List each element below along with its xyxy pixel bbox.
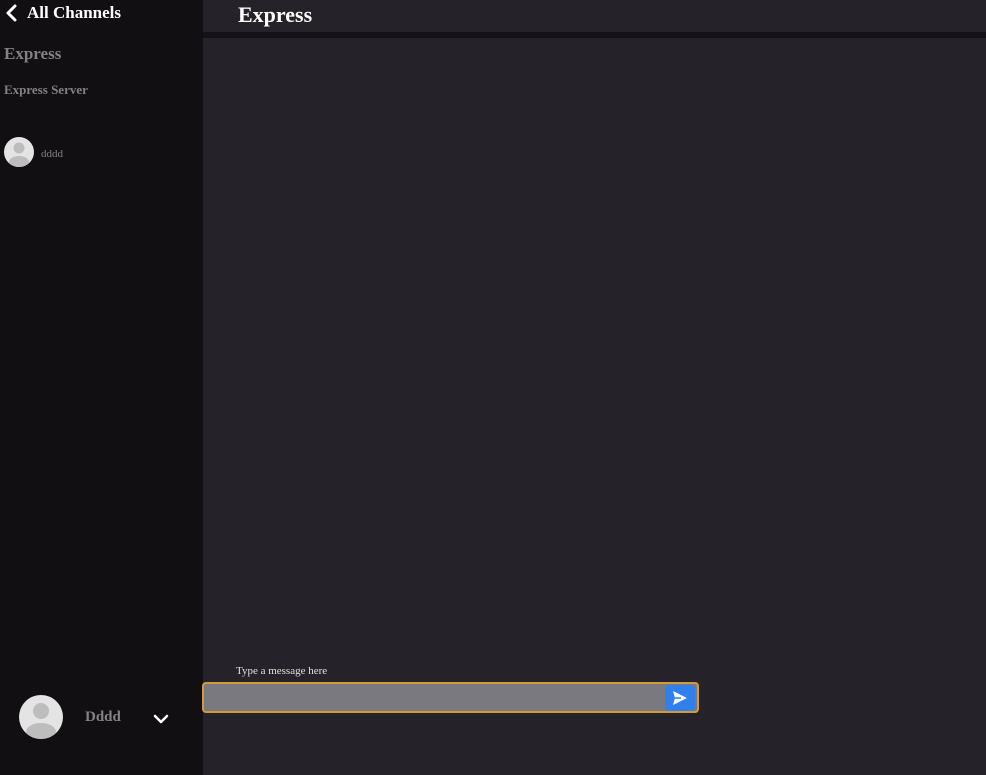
header: Express — [203, 0, 986, 32]
page-title: Express — [238, 2, 313, 27]
profile-name: Dddd — [85, 708, 121, 725]
message-composer — [202, 682, 699, 713]
send-icon — [673, 691, 687, 705]
message-input-label: Type a message here — [236, 665, 328, 677]
back-to-all-channels-button[interactable]: All Channels — [4, 2, 121, 24]
channel-name: Express — [4, 44, 62, 63]
avatar — [19, 695, 63, 739]
send-button[interactable] — [665, 685, 695, 711]
sidebar: All Channels Express Express Server dddd… — [0, 0, 203, 775]
member-name: dddd — [41, 148, 63, 160]
user-avatar-icon — [9, 142, 29, 167]
back-label: All Channels — [27, 3, 121, 22]
member-item[interactable]: dddd — [4, 137, 63, 167]
channel-description: Express Server — [4, 82, 88, 97]
message-input[interactable] — [208, 686, 662, 710]
user-avatar-icon — [26, 703, 56, 739]
profile-menu[interactable]: Dddd — [19, 695, 170, 739]
avatar — [4, 137, 34, 167]
chevron-down-icon[interactable] — [152, 712, 170, 726]
chevron-left-icon — [4, 4, 20, 22]
